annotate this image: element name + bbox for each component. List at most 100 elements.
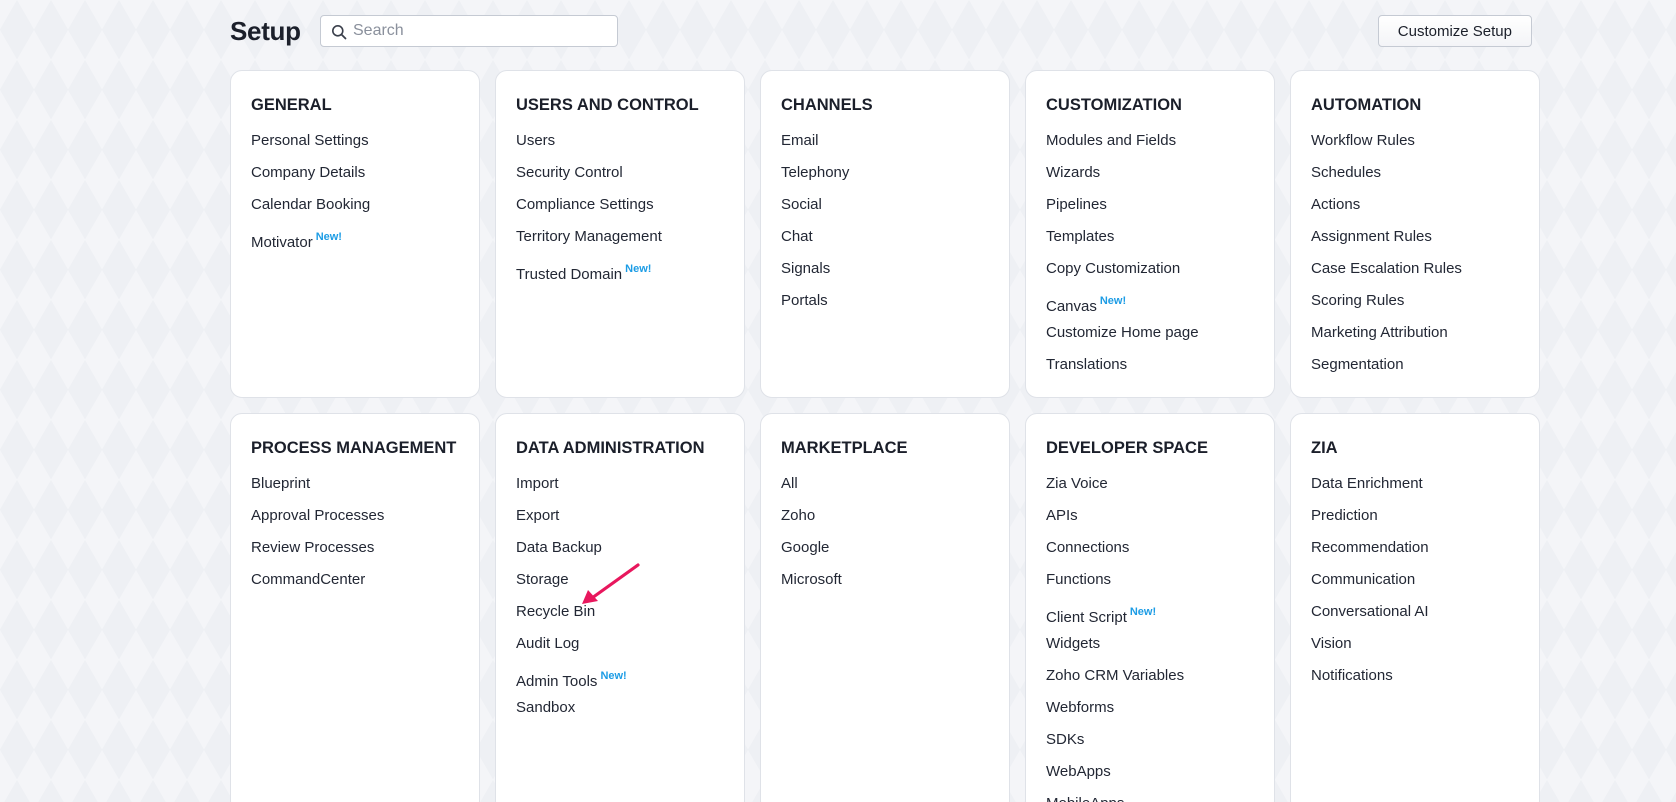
setup-link-marketing-attribution[interactable]: Marketing Attribution (1311, 317, 1519, 349)
setup-link-approval-processes[interactable]: Approval Processes (251, 500, 459, 532)
setup-link-telephony[interactable]: Telephony (781, 157, 989, 189)
setup-link-workflow-rules[interactable]: Workflow Rules (1311, 125, 1519, 157)
setup-link-territory-management[interactable]: Territory Management (516, 221, 724, 253)
setup-link-notifications[interactable]: Notifications (1311, 660, 1519, 692)
setup-link-communication[interactable]: Communication (1311, 564, 1519, 596)
search-input[interactable] (353, 16, 611, 46)
setup-link-calendar-booking[interactable]: Calendar Booking (251, 189, 459, 221)
setup-link-recommendation[interactable]: Recommendation (1311, 532, 1519, 564)
setup-link-zoho-crm-variables[interactable]: Zoho CRM Variables (1046, 660, 1254, 692)
setup-link-data-backup[interactable]: Data Backup (516, 532, 724, 564)
setup-link-personal-settings[interactable]: Personal Settings (251, 125, 459, 157)
setup-link-users[interactable]: Users (516, 125, 724, 157)
setup-link-blueprint[interactable]: Blueprint (251, 468, 459, 500)
setup-link-label: All (781, 475, 798, 492)
setup-link-label: Admin Tools (516, 673, 598, 690)
setup-link-label: Motivator (251, 234, 313, 251)
setup-link-customize-home-page[interactable]: Customize Home page (1046, 317, 1254, 349)
setup-link-canvas[interactable]: Canvas New! (1046, 285, 1254, 317)
customize-setup-button[interactable]: Customize Setup (1377, 15, 1532, 47)
section-title: AUTOMATION (1311, 96, 1422, 114)
setup-link-company-details[interactable]: Company Details (251, 157, 459, 189)
section-title: DEVELOPER SPACE (1046, 439, 1208, 457)
setup-link-label: Canvas (1046, 298, 1097, 315)
setup-link-conversational-ai[interactable]: Conversational AI (1311, 596, 1519, 628)
setup-link-label: Import (516, 475, 559, 492)
setup-link-templates[interactable]: Templates (1046, 221, 1254, 253)
setup-link-motivator[interactable]: Motivator New! (251, 221, 459, 253)
section-card-data-administration: DATA ADMINISTRATION Import Export Data Back… (495, 413, 745, 802)
setup-link-scoring-rules[interactable]: Scoring Rules (1311, 285, 1519, 317)
setup-link-zia-voice[interactable]: Zia Voice (1046, 468, 1254, 500)
setup-link-google[interactable]: Google (781, 532, 989, 564)
section-card-process-management: PROCESS MANAGEMENT Blueprint Approval Proc… (230, 413, 480, 802)
section-card-customization: CUSTOMIZATION Modules and Fields Wizards Pi… (1025, 70, 1275, 398)
setup-link-apis[interactable]: APIs (1046, 500, 1254, 532)
setup-link-all[interactable]: All (781, 468, 989, 500)
setup-link-email[interactable]: Email (781, 125, 989, 157)
setup-link-label: CommandCenter (251, 571, 366, 588)
setup-link-chat[interactable]: Chat (781, 221, 989, 253)
setup-link-prediction[interactable]: Prediction (1311, 500, 1519, 532)
setup-link-label: Copy Customization (1046, 260, 1181, 277)
setup-link-label: Wizards (1046, 164, 1101, 181)
setup-link-storage[interactable]: Storage (516, 564, 724, 596)
setup-link-sandbox[interactable]: Sandbox (516, 692, 724, 724)
setup-link-label: Trusted Domain (516, 266, 623, 283)
setup-link-label: Email (781, 132, 819, 149)
setup-link-sdks[interactable]: SDKs (1046, 724, 1254, 756)
setup-link-case-escalation-rules[interactable]: Case Escalation Rules (1311, 253, 1519, 285)
setup-link-client-script[interactable]: Client Script New! (1046, 596, 1254, 628)
new-badge: New! (625, 263, 652, 275)
section-list: Workflow Rules Schedules Actions Assignment… (1311, 125, 1519, 381)
setup-link-data-enrichment[interactable]: Data Enrichment (1311, 468, 1519, 500)
setup-link-label: Communication (1311, 571, 1416, 588)
section-card-developer-space: DEVELOPER SPACE Zia Voice APIs Connections F… (1025, 413, 1275, 802)
setup-link-mobileapps[interactable]: MobileApps (1046, 788, 1254, 802)
setup-link-label: Scoring Rules (1311, 292, 1405, 309)
setup-link-schedules[interactable]: Schedules (1311, 157, 1519, 189)
setup-link-zoho[interactable]: Zoho (781, 500, 989, 532)
setup-link-actions[interactable]: Actions (1311, 189, 1519, 221)
setup-link-label: Recommendation (1311, 539, 1429, 556)
setup-link-trusted-domain[interactable]: Trusted Domain New! (516, 253, 724, 285)
setup-link-label: Chat (781, 228, 813, 245)
setup-link-review-processes[interactable]: Review Processes (251, 532, 459, 564)
setup-link-audit-log[interactable]: Audit Log (516, 628, 724, 660)
setup-link-vision[interactable]: Vision (1311, 628, 1519, 660)
setup-link-pipelines[interactable]: Pipelines (1046, 189, 1254, 221)
setup-link-commandcenter[interactable]: CommandCenter (251, 564, 459, 596)
setup-link-segmentation[interactable]: Segmentation (1311, 349, 1519, 381)
search-icon (332, 25, 347, 40)
search-box[interactable] (320, 15, 618, 47)
new-badge: New! (600, 670, 627, 682)
setup-link-admin-tools[interactable]: Admin Tools New! (516, 660, 724, 692)
setup-link-compliance-settings[interactable]: Compliance Settings (516, 189, 724, 221)
setup-link-functions[interactable]: Functions (1046, 564, 1254, 596)
setup-link-label: Assignment Rules (1311, 228, 1432, 245)
setup-link-social[interactable]: Social (781, 189, 989, 221)
setup-link-label: Territory Management (516, 228, 662, 245)
setup-link-label: Templates (1046, 228, 1115, 245)
setup-link-webforms[interactable]: Webforms (1046, 692, 1254, 724)
setup-link-assignment-rules[interactable]: Assignment Rules (1311, 221, 1519, 253)
section-card-users-and-control: USERS AND CONTROL Users Security Control Co… (495, 70, 745, 398)
setup-link-widgets[interactable]: Widgets (1046, 628, 1254, 660)
setup-link-import[interactable]: Import (516, 468, 724, 500)
setup-link-webapps[interactable]: WebApps (1046, 756, 1254, 788)
setup-link-connections[interactable]: Connections (1046, 532, 1254, 564)
setup-link-label: Functions (1046, 571, 1112, 588)
setup-link-modules-and-fields[interactable]: Modules and Fields (1046, 125, 1254, 157)
setup-link-copy-customization[interactable]: Copy Customization (1046, 253, 1254, 285)
setup-link-recycle-bin[interactable]: Recycle Bin (516, 596, 724, 628)
setup-link-label: Portals (781, 292, 828, 309)
setup-link-microsoft[interactable]: Microsoft (781, 564, 989, 596)
setup-link-translations[interactable]: Translations (1046, 349, 1254, 381)
setup-link-label: Vision (1311, 635, 1352, 652)
setup-link-wizards[interactable]: Wizards (1046, 157, 1254, 189)
setup-link-portals[interactable]: Portals (781, 285, 989, 317)
setup-link-security-control[interactable]: Security Control (516, 157, 724, 189)
setup-link-export[interactable]: Export (516, 500, 724, 532)
setup-link-label: Marketing Attribution (1311, 324, 1448, 341)
setup-link-signals[interactable]: Signals (781, 253, 989, 285)
